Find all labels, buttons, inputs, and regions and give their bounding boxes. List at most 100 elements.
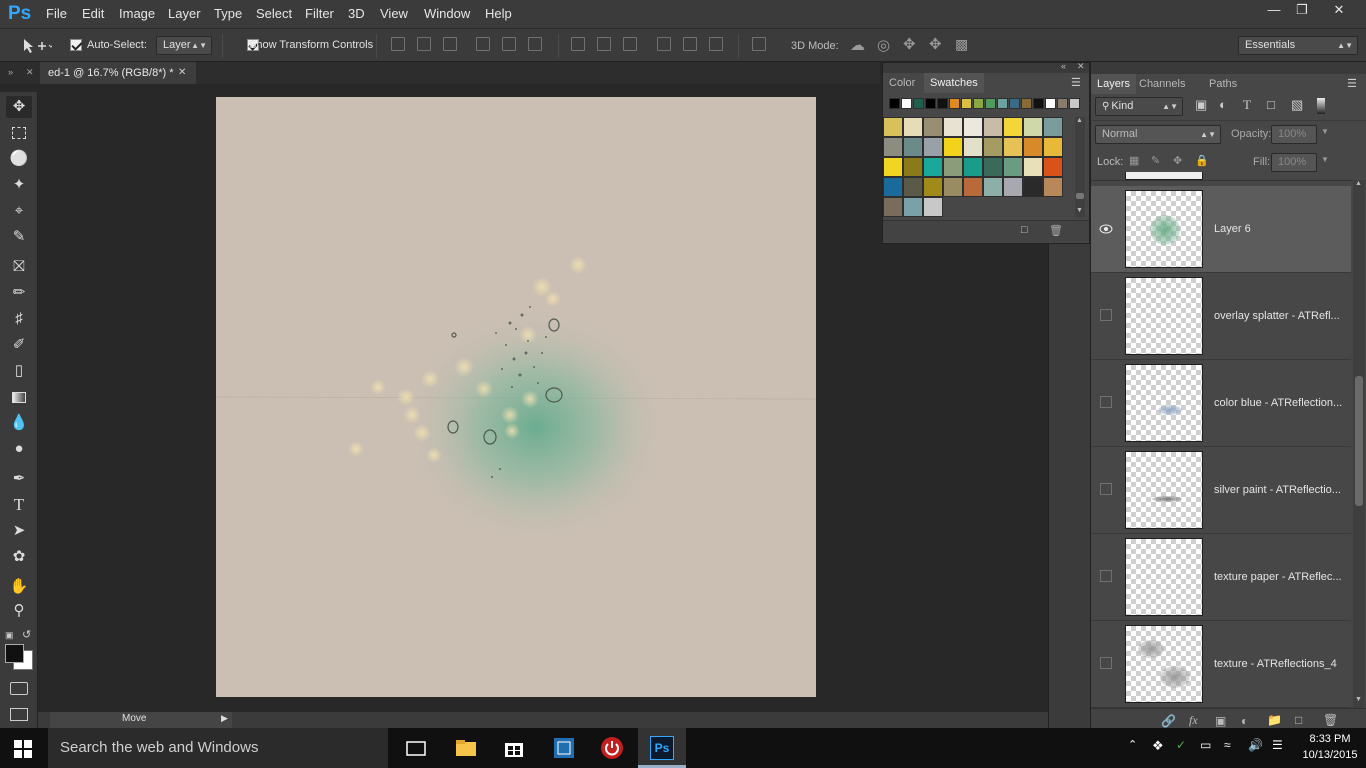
swatch[interactable] <box>1023 157 1043 177</box>
blur-tool-icon[interactable]: 💧 <box>6 412 32 434</box>
app-icon[interactable] <box>552 736 576 760</box>
collapse-toolbar-icon[interactable]: » <box>8 67 13 77</box>
history-brush-tool-icon[interactable]: ✐ <box>6 334 32 356</box>
filter-toggle-icon[interactable] <box>1317 98 1325 114</box>
auto-align-layers-icon[interactable] <box>752 37 766 51</box>
menu-image[interactable]: Image <box>119 6 155 21</box>
brush-tool-icon[interactable]: ✏ <box>6 282 32 304</box>
distribute-bottom-icon[interactable] <box>623 37 637 51</box>
tab-color[interactable]: Color <box>883 73 921 93</box>
swatch[interactable] <box>943 137 963 157</box>
swatch[interactable] <box>1003 177 1023 197</box>
layer-name[interactable]: color blue - ATReflection... <box>1214 397 1342 409</box>
eyedropper-tool-icon[interactable]: ✎ <box>6 226 32 248</box>
3d-scale-icon[interactable]: ▩ <box>955 36 968 53</box>
swatch[interactable] <box>1057 98 1068 109</box>
lock-all-icon[interactable]: 🔒 <box>1195 154 1209 167</box>
swatch[interactable] <box>903 157 923 177</box>
swatch[interactable] <box>997 98 1008 109</box>
type-tool-icon[interactable]: T <box>6 494 32 516</box>
scroll-up-icon[interactable]: ▲ <box>1076 117 1083 124</box>
delete-layer-icon[interactable]: 🗑 <box>1323 713 1338 727</box>
fill-slider-icon[interactable]: ▼ <box>1321 155 1329 164</box>
swatch[interactable] <box>943 117 963 137</box>
align-top-icon[interactable] <box>391 37 405 51</box>
3d-orbit-icon[interactable]: ☁ <box>850 36 865 54</box>
swatch[interactable] <box>1045 98 1056 109</box>
panel-header[interactable] <box>1091 62 1366 74</box>
panel-menu-icon[interactable]: ☰ <box>1071 76 1081 89</box>
swatch[interactable] <box>1023 177 1043 197</box>
3d-roll-icon[interactable]: ◎ <box>877 36 890 54</box>
scroll-up-icon[interactable]: ▲ <box>1355 180 1362 187</box>
swatch[interactable] <box>985 98 996 109</box>
swatch[interactable] <box>983 117 1003 137</box>
power-app-icon[interactable] <box>600 736 624 760</box>
swatch[interactable] <box>923 117 943 137</box>
panel-header[interactable]: « ✕ <box>883 61 1089 73</box>
swatch[interactable] <box>883 117 903 137</box>
visibility-eye-icon[interactable] <box>1099 223 1113 234</box>
store-icon[interactable] <box>502 736 526 760</box>
swatches-scrollbar[interactable]: ▲ ▼ <box>1075 117 1085 217</box>
layer-style-icon[interactable]: fx <box>1189 713 1198 728</box>
filter-pixel-icon[interactable]: ▣ <box>1195 97 1207 113</box>
swatch[interactable] <box>963 177 983 197</box>
timeline-bar[interactable]: Move ▶ <box>50 712 232 728</box>
align-horizontal-center-icon[interactable] <box>502 37 516 51</box>
swatch[interactable] <box>913 98 924 109</box>
filter-shape-icon[interactable]: □ <box>1267 97 1275 112</box>
document-tab[interactable]: ed-1 @ 16.7% (RGB/8*) * ✕ <box>40 62 196 84</box>
swatch[interactable] <box>903 177 923 197</box>
distribute-top-icon[interactable] <box>571 37 585 51</box>
new-layer-icon[interactable]: □ <box>1295 713 1302 727</box>
zoom-tool-icon[interactable]: ⚲ <box>6 600 32 622</box>
custom-shape-tool-icon[interactable]: ✿ <box>6 546 32 568</box>
layer-name[interactable]: Layer 6 <box>1214 223 1251 235</box>
file-explorer-icon[interactable] <box>454 736 478 760</box>
swatch[interactable] <box>1023 117 1043 137</box>
visibility-toggle[interactable] <box>1100 657 1112 669</box>
swatch[interactable] <box>1033 98 1044 109</box>
crop-tool-icon[interactable]: ⌖ <box>6 200 32 222</box>
align-left-icon[interactable] <box>476 37 490 51</box>
dodge-tool-icon[interactable]: ● <box>6 438 32 460</box>
swatch[interactable] <box>1003 137 1023 157</box>
layers-scrollbar[interactable]: ▲ ▼ <box>1353 180 1365 708</box>
swatch[interactable] <box>903 137 923 157</box>
show-hidden-icons-icon[interactable]: ⌃ <box>1128 738 1137 751</box>
auto-select-dropdown[interactable]: Layer ▲▼ <box>156 36 212 55</box>
visibility-toggle[interactable] <box>1100 570 1112 582</box>
lasso-tool-icon[interactable]: ⚪ <box>6 148 32 170</box>
distribute-horizontal-center-icon[interactable] <box>683 37 697 51</box>
minimize-button[interactable]: — <box>1260 0 1288 20</box>
swatch[interactable] <box>1003 117 1023 137</box>
swatch[interactable] <box>1023 137 1043 157</box>
panel-menu-icon[interactable]: ☰ <box>1347 77 1357 90</box>
swatch[interactable] <box>1003 157 1023 177</box>
align-right-icon[interactable] <box>528 37 542 51</box>
swatch[interactable] <box>983 157 1003 177</box>
layer-row[interactable]: texture paper - ATReflec... <box>1091 534 1351 621</box>
swatch[interactable] <box>923 197 943 217</box>
swatch[interactable] <box>943 177 963 197</box>
swatch[interactable] <box>949 98 960 109</box>
distribute-left-icon[interactable] <box>657 37 671 51</box>
move-tool-icon[interactable]: ✥ <box>6 96 32 118</box>
move-tool-preset-icon[interactable] <box>22 37 52 55</box>
3d-slide-icon[interactable]: ✥ <box>929 35 942 53</box>
layer-row[interactable]: Layer 6 <box>1091 186 1351 273</box>
action-center-icon[interactable]: ☰ <box>1272 738 1283 752</box>
swatch[interactable] <box>883 197 903 217</box>
sync-icon[interactable]: ✓ <box>1176 738 1186 752</box>
close-panel-icon[interactable]: ✕ <box>1077 61 1085 72</box>
layer-row[interactable]: texture - ATReflections_4 <box>1091 621 1351 708</box>
swatch[interactable] <box>963 157 983 177</box>
photoshop-taskbar-button[interactable]: Ps <box>638 728 686 768</box>
eraser-tool-icon[interactable]: ▯ <box>6 360 32 382</box>
layer-row[interactable]: overlay splatter - ATRefl... <box>1091 273 1351 360</box>
layer-name[interactable]: texture - ATReflections_4 <box>1214 658 1337 670</box>
visibility-toggle[interactable] <box>1100 483 1112 495</box>
lock-image-icon[interactable]: ✎ <box>1151 154 1160 167</box>
tab-paths[interactable]: Paths <box>1203 74 1243 94</box>
